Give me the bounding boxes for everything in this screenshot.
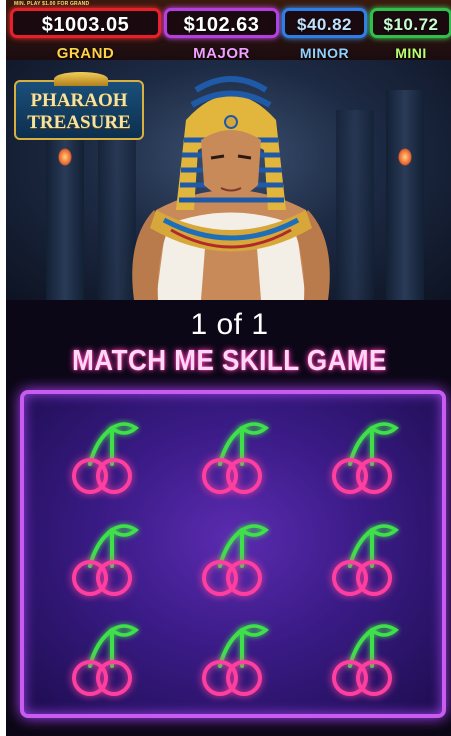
logo-wing-icon (54, 72, 108, 86)
major-jackpot-value: $102.63 (183, 14, 260, 36)
cherry-icon (332, 524, 399, 596)
cherry-icon (202, 524, 269, 596)
match-tile[interactable] (322, 520, 402, 602)
logo-line-1: PHARAOH (30, 90, 128, 111)
minor-jackpot: $40.82 MINOR (282, 8, 367, 61)
mini-jackpot: $10.72 MINI (370, 8, 451, 61)
logo-line-2: TREASURE (27, 112, 131, 133)
minor-jackpot-label: MINOR (299, 45, 350, 61)
cherry-icon (202, 422, 269, 494)
pharaoh-artwork: PHARAOH TREASURE (6, 60, 451, 300)
mini-jackpot-value: $10.72 (383, 15, 439, 34)
match-tile[interactable] (192, 620, 272, 702)
min-play-note: MIN. PLAY $1.00 FOR GRAND (14, 1, 90, 7)
game-screen: MIN. PLAY $1.00 FOR GRAND $1003.05 GRAND… (6, 0, 451, 736)
game-title: MATCH ME SKILL GAME (72, 343, 387, 377)
match-tile[interactable] (62, 520, 142, 602)
grand-jackpot: $1003.05 GRAND (10, 8, 161, 62)
cherry-icon (202, 624, 269, 696)
grand-jackpot-value: $1003.05 (41, 14, 130, 36)
cherry-icon (72, 624, 139, 696)
mini-jackpot-label: MINI (395, 45, 427, 61)
match-tile[interactable] (62, 418, 142, 500)
jackpot-bar: MIN. PLAY $1.00 FOR GRAND $1003.05 GRAND… (6, 0, 451, 62)
match-tile[interactable] (62, 620, 142, 702)
match-tile[interactable] (322, 620, 402, 702)
game-logo: PHARAOH TREASURE (14, 72, 144, 140)
match-tile[interactable] (322, 418, 402, 500)
minor-jackpot-value: $40.82 (297, 15, 352, 34)
match-tile[interactable] (192, 520, 272, 602)
major-jackpot: $102.63 MAJOR (164, 8, 279, 62)
game-counter: 1 of 1 (190, 308, 269, 341)
cherry-icon (332, 422, 399, 494)
cherry-icon (72, 524, 139, 596)
cherry-icon (332, 624, 399, 696)
match-board (20, 390, 446, 718)
cherry-icon (72, 422, 139, 494)
match-tile[interactable] (192, 418, 272, 500)
